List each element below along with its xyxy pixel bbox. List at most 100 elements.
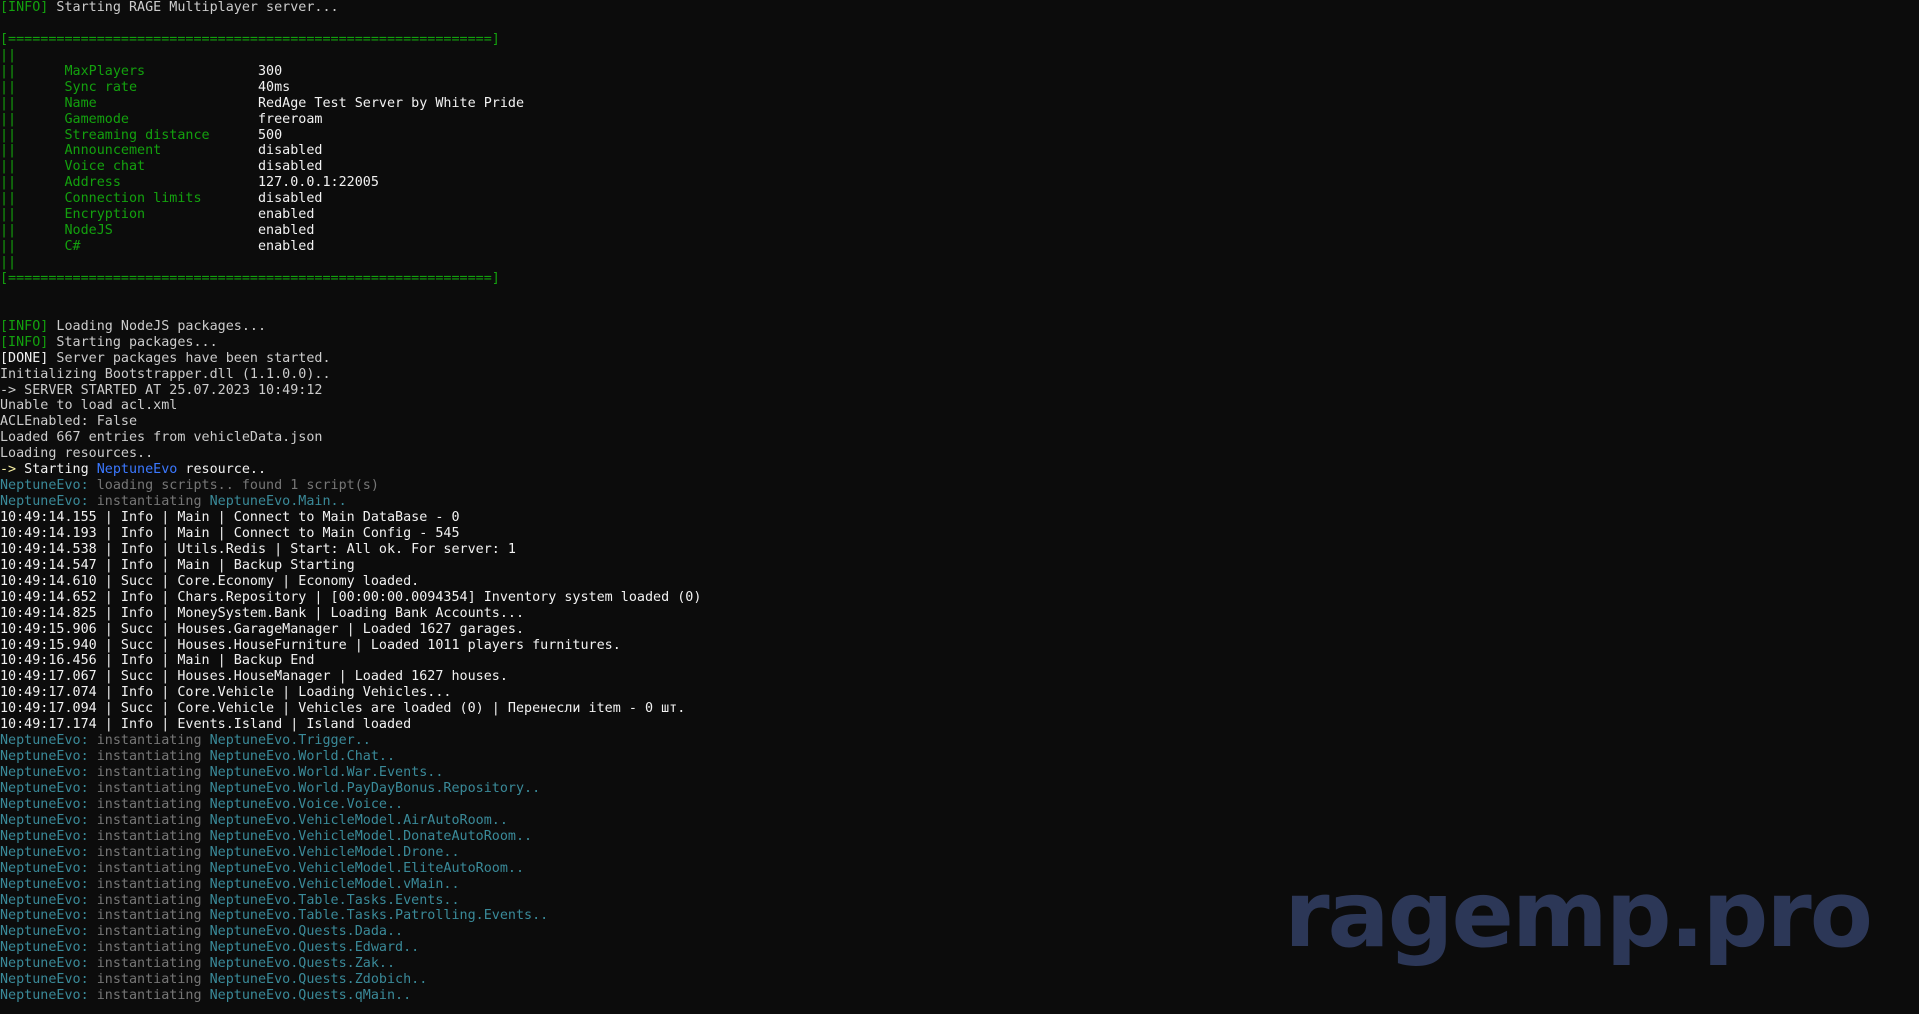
console-text: ACLEnabled: False — [0, 414, 138, 430]
console-line: [INFO] Starting packages... — [0, 335, 701, 351]
console-line: || Sync rate 40ms — [0, 80, 701, 96]
console-line: 10:49:14.652 | Info | Chars.Repository |… — [0, 590, 701, 606]
console-line: NeptuneEvo: instantiating NeptuneEvo.Que… — [0, 988, 701, 1004]
console-text: Initializing Bootstrapper.dll (1.1.0.0).… — [0, 366, 331, 382]
console-text: NeptuneEvo — [96, 462, 178, 478]
console-text: NeptuneEvo: — [0, 876, 97, 892]
console-text: enabled — [257, 207, 315, 223]
console-text: 10:49:15.906 | Succ | Houses.GarageManag… — [0, 621, 525, 637]
console-text: Starting — [16, 462, 97, 478]
console-text: NeptuneEvo.VehicleModel.EliteAutoRoom.. — [209, 860, 525, 876]
console-text: 10:49:14.652 | Info | Chars.Repository |… — [0, 589, 702, 605]
console-line: || NodeJS enabled — [0, 223, 701, 239]
console-text: NeptuneEvo.Trigger.. — [209, 733, 371, 749]
console-text: instantiating — [96, 940, 210, 956]
console-line: || Address 127.0.0.1:22005 — [0, 175, 701, 191]
console-line: [INFO] Loading NodeJS packages... — [0, 319, 701, 335]
console-text: || MaxPlayers — [0, 63, 258, 79]
console-text: || Name — [0, 95, 258, 111]
console-text: loading scripts.. found 1 script(s) — [96, 478, 379, 494]
console-text: 10:49:14.538 | Info | Utils.Redis | Star… — [0, 541, 516, 557]
console-text: [DONE] — [0, 350, 49, 366]
console-text: -> SERVER STARTED AT 25.07.2023 10:49:12 — [0, 382, 323, 398]
console-window[interactable]: [INFO] Starting RAGE Multiplayer server.… — [0, 0, 1919, 1014]
console-text: 40ms — [257, 79, 291, 95]
console-line: Initializing Bootstrapper.dll (1.1.0.0).… — [0, 367, 701, 383]
console-text: Loaded 667 entries from vehicleData.json — [0, 430, 323, 446]
console-text: instantiating — [96, 860, 210, 876]
console-text: NeptuneEvo: — [0, 844, 97, 860]
console-text: NeptuneEvo: — [0, 828, 97, 844]
watermark-logo: ragemp.pro — [1284, 861, 1873, 968]
console-text: Server packages have been started. — [48, 350, 331, 366]
console-text: 127.0.0.1:22005 — [257, 175, 379, 191]
console-text: NeptuneEvo.VehicleModel.vMain.. — [209, 876, 460, 892]
console-text: enabled — [257, 223, 315, 239]
console-text: instantiating — [96, 908, 210, 924]
console-text: NeptuneEvo.World.PayDayBonus.Repository.… — [209, 780, 541, 796]
console-text: 10:49:17.174 | Info | Events.Island | Is… — [0, 717, 412, 733]
console-line: 10:49:14.538 | Info | Utils.Redis | Star… — [0, 542, 701, 558]
console-text: NeptuneEvo: — [0, 812, 97, 828]
console-text: || Announcement — [0, 143, 258, 159]
console-line: || Connection limits disabled — [0, 191, 701, 207]
console-text: NeptuneEvo: — [0, 478, 97, 494]
console-line: [INFO] Starting RAGE Multiplayer server.… — [0, 0, 701, 16]
console-text: instantiating — [96, 988, 210, 1004]
console-line: ACLEnabled: False — [0, 414, 701, 430]
console-text: NeptuneEvo: — [0, 749, 97, 765]
console-line: || — [0, 48, 701, 64]
console-text: [=======================================… — [0, 270, 500, 286]
console-line: || C# enabled — [0, 239, 701, 255]
console-text: Starting packages... — [48, 334, 218, 350]
console-text: 10:49:14.155 | Info | Main | Connect to … — [0, 510, 460, 525]
console-text: || Connection limits — [0, 191, 258, 207]
console-text: || C# — [0, 239, 258, 255]
console-line: NeptuneEvo: instantiating NeptuneEvo.Veh… — [0, 877, 701, 893]
console-text: instantiating — [96, 972, 210, 988]
console-text: instantiating — [96, 844, 210, 860]
console-line: NeptuneEvo: instantiating NeptuneEvo.Voi… — [0, 797, 701, 813]
console-text: NeptuneEvo: — [0, 956, 97, 972]
console-line: [=======================================… — [0, 32, 701, 48]
console-text: NeptuneEvo: — [0, 940, 97, 956]
console-text: NeptuneEvo.VehicleModel.AirAutoRoom.. — [209, 812, 508, 828]
console-text: instantiating — [96, 812, 210, 828]
scrollbar[interactable] — [1903, 0, 1919, 1014]
console-line: NeptuneEvo: instantiating NeptuneEvo.Veh… — [0, 829, 701, 845]
console-text: NeptuneEvo.Quests.Zdobich.. — [209, 972, 428, 988]
console-text: 10:49:14.610 | Succ | Core.Economy | Eco… — [0, 573, 420, 589]
console-line: 10:49:14.547 | Info | Main | Backup Star… — [0, 558, 701, 574]
console-text: 10:49:16.456 | Info | Main | Backup End — [0, 653, 315, 669]
console-text: || Streaming distance — [0, 127, 258, 143]
console-line: NeptuneEvo: instantiating NeptuneEvo.Que… — [0, 940, 701, 956]
console-line: NeptuneEvo: instantiating NeptuneEvo.Que… — [0, 956, 701, 972]
console-line: || Announcement disabled — [0, 143, 701, 159]
console-text: NeptuneEvo.Quests.qMain.. — [209, 988, 412, 1004]
console-text: || Address — [0, 175, 258, 191]
console-text: disabled — [257, 143, 323, 159]
console-text: 10:49:14.825 | Info | MoneySystem.Bank |… — [0, 605, 525, 621]
console-text: || NodeJS — [0, 223, 258, 239]
console-output[interactable]: [INFO] Starting RAGE Multiplayer server.… — [0, 0, 701, 1004]
console-text: || — [0, 255, 17, 270]
console-text: instantiating — [96, 733, 210, 749]
console-text: 10:49:17.074 | Info | Core.Vehicle | Loa… — [0, 685, 452, 701]
console-text: instantiating — [96, 956, 210, 972]
console-text: NeptuneEvo: — [0, 765, 97, 780]
console-text: 300 — [257, 63, 283, 79]
console-line: Loading resources.. — [0, 446, 701, 462]
console-text: NeptuneEvo.Voice.Voice.. — [209, 796, 404, 812]
console-text: 10:49:15.940 | Succ | Houses.HouseFurnit… — [0, 637, 621, 653]
console-text: enabled — [257, 239, 315, 255]
console-text: NeptuneEvo.Table.Tasks.Patrolling.Events… — [209, 908, 549, 924]
console-line: 10:49:14.610 | Succ | Core.Economy | Eco… — [0, 574, 701, 590]
console-line: || Name RedAge Test Server by White Prid… — [0, 96, 701, 112]
console-text: instantiating — [96, 892, 210, 908]
console-text: NeptuneEvo.VehicleModel.Drone.. — [209, 844, 460, 860]
console-line: NeptuneEvo: instantiating NeptuneEvo.Wor… — [0, 749, 701, 765]
console-text: NeptuneEvo: — [0, 892, 97, 908]
console-line: NeptuneEvo: instantiating NeptuneEvo.Veh… — [0, 845, 701, 861]
console-text: freeroam — [257, 111, 323, 127]
